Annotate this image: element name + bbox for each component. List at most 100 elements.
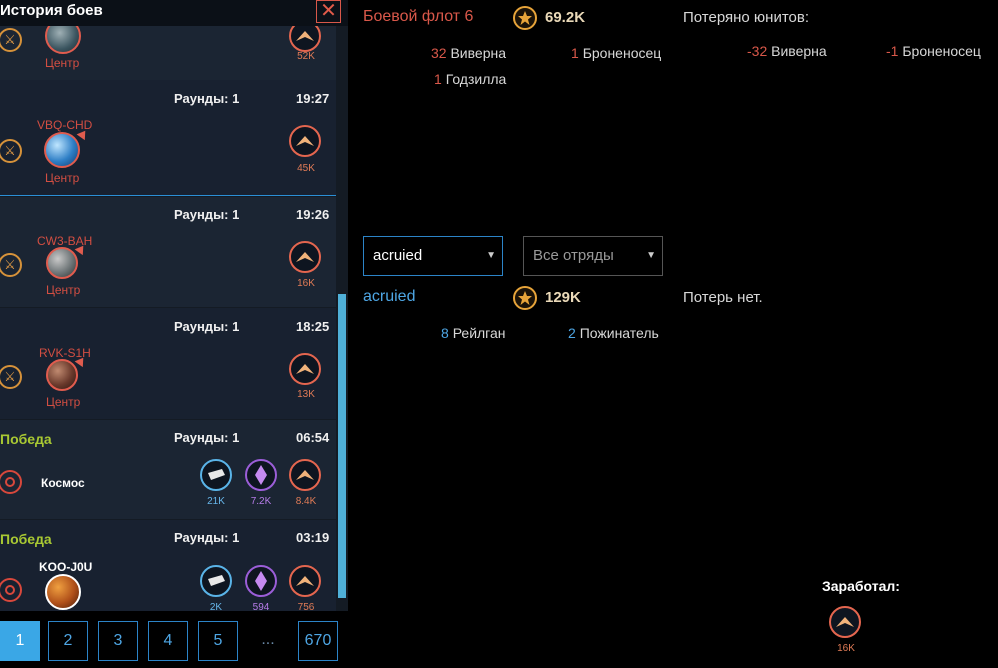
unit-row: 1 Броненосец [571,45,661,61]
loss-row: -32 Виверна [747,43,827,59]
crystal-resource-icon [245,565,277,597]
no-losses-label: Потерь нет. [683,289,763,306]
unit-row: 2 Пожинатель [568,325,659,341]
battle-card[interactable]: Победа Раунды: 1 03:19 KOO-J0U 2K 594 75… [0,520,336,611]
page-button[interactable]: 4 [148,621,188,661]
unit-count: 2 [568,325,576,341]
ore-resource-icon [289,241,321,273]
rounds-label: Раунды: 1 [174,319,240,334]
page-button-last[interactable]: 670 [298,621,338,661]
ore-resource-icon [829,606,861,638]
battle-card[interactable]: Раунды: 1 18:25 ⚔ RVK-S1H Центр 13K [0,308,336,419]
loss-unit-name: Броненосец [902,43,981,59]
battle-card[interactable]: Раунды: 1 19:27 ⚔ VBQ-CHD Центр 45K [0,80,336,196]
silver-amount: 2K [209,602,223,611]
ore-resource-icon [289,565,321,597]
unit-count: 1 [434,71,442,87]
pagination: 1 2 3 4 5 ... 670 [0,611,348,668]
victory-label: Победа [0,531,52,547]
unit-name: Виверна [450,45,506,61]
loss-row: -1 Броненосец [886,43,981,59]
battle-location: Космос [41,476,85,490]
page-button[interactable]: 5 [198,621,238,661]
page-button[interactable]: 2 [48,621,88,661]
target-icon [0,578,22,602]
attacker-power: 69.2K [545,9,586,26]
victory-label: Победа [0,431,52,447]
ore-resource-icon [289,459,321,491]
crossed-swords-icon: ⚔ [0,28,22,52]
ore-amount: 756 [297,602,315,611]
unit-name: Пожинатель [579,325,659,341]
unit-name: Рейлган [452,325,506,341]
player-select[interactable]: acruied ▼ [363,236,503,276]
unit-name: Броненосец [582,45,662,61]
planet-location-label: Центр [45,171,80,185]
defender-name: acruied [363,288,416,305]
battle-card[interactable]: Победа Раунды: 1 06:54 Космос 21K 7.2K 8… [0,420,336,519]
unit-row: 8 Рейлган [441,325,506,341]
rounds-label: Раунды: 1 [174,91,240,106]
rounds-label: Раунды: 1 [174,530,240,545]
battle-history-panel: ⚔ Центр 52K Раунды: 1 19:27 ⚔ VBQ-CHD Це… [0,0,348,611]
page-button[interactable]: 3 [98,621,138,661]
battle-time: 03:19 [296,530,330,545]
unit-row: 32 Виверна [431,45,506,61]
planet-location-label: Центр [46,395,81,409]
loss-count: -32 [747,43,768,59]
planet-icon [46,247,78,279]
squad-select[interactable]: Все отряды ▼ [523,236,663,276]
page-button[interactable]: 1 [0,621,40,661]
ore-resource-icon [289,353,321,385]
player-select-value: acruied [373,247,423,264]
target-icon [0,470,22,494]
loss-count: -1 [886,43,899,59]
silver-resource-icon [200,459,232,491]
squad-select-value: Все отряды [533,247,614,264]
ore-amount: 16K [297,278,315,289]
battle-time: 19:26 [296,207,330,222]
page-ellipsis: ... [261,631,275,648]
ore-resource-icon [289,125,321,157]
star-power-icon [513,286,537,310]
panel-title: История боев [0,2,103,19]
loss-unit-name: Виверна [771,43,827,59]
ore-amount: 13K [297,389,315,400]
crystal-amount: 594 [252,602,270,611]
earned-ore-amount: 16K [837,643,855,654]
earned-title: Заработал: [822,578,900,594]
rounds-label: Раунды: 1 [174,430,240,445]
planet-icon [46,359,78,391]
defender-power: 129K [545,289,581,306]
unit-count: 1 [571,45,579,61]
rounds-label: Раунды: 1 [174,207,240,222]
crystal-amount: 7.2K [250,496,272,507]
unit-count: 32 [431,45,447,61]
attacker-fleet-name: Боевой флот 6 [363,8,474,25]
planet-code: KOO-J0U [39,560,93,574]
ore-amount: 45K [297,163,315,174]
star-power-icon [513,6,537,30]
chevron-down-icon: ▼ [486,250,496,261]
planet-icon [44,132,80,168]
crossed-swords-icon: ⚔ [0,253,22,277]
losses-title: Потеряно юнитов: [683,9,810,26]
planet-icon [45,574,81,610]
battle-card[interactable]: Раунды: 1 19:26 ⚔ CW3-BAH Центр 16K [0,197,336,307]
battle-time: 19:27 [296,91,330,106]
ore-amount: 52K [297,51,315,62]
unit-count: 8 [441,325,449,341]
planet-location-label: Центр [46,283,81,297]
battle-time: 18:25 [296,319,330,334]
battle-time: 06:54 [296,430,330,445]
unit-row: 1 Годзилла [434,71,506,87]
close-button[interactable]: ✕ [316,0,341,23]
crossed-swords-icon: ⚔ [0,365,22,389]
crystal-resource-icon [245,459,277,491]
silver-resource-icon [200,565,232,597]
ore-amount: 8.4K [295,496,317,507]
battle-card[interactable]: ⚔ Центр 52K [0,18,336,80]
chevron-down-icon: ▼ [646,250,656,261]
scrollbar-thumb[interactable] [338,294,346,598]
crossed-swords-icon: ⚔ [0,139,22,163]
